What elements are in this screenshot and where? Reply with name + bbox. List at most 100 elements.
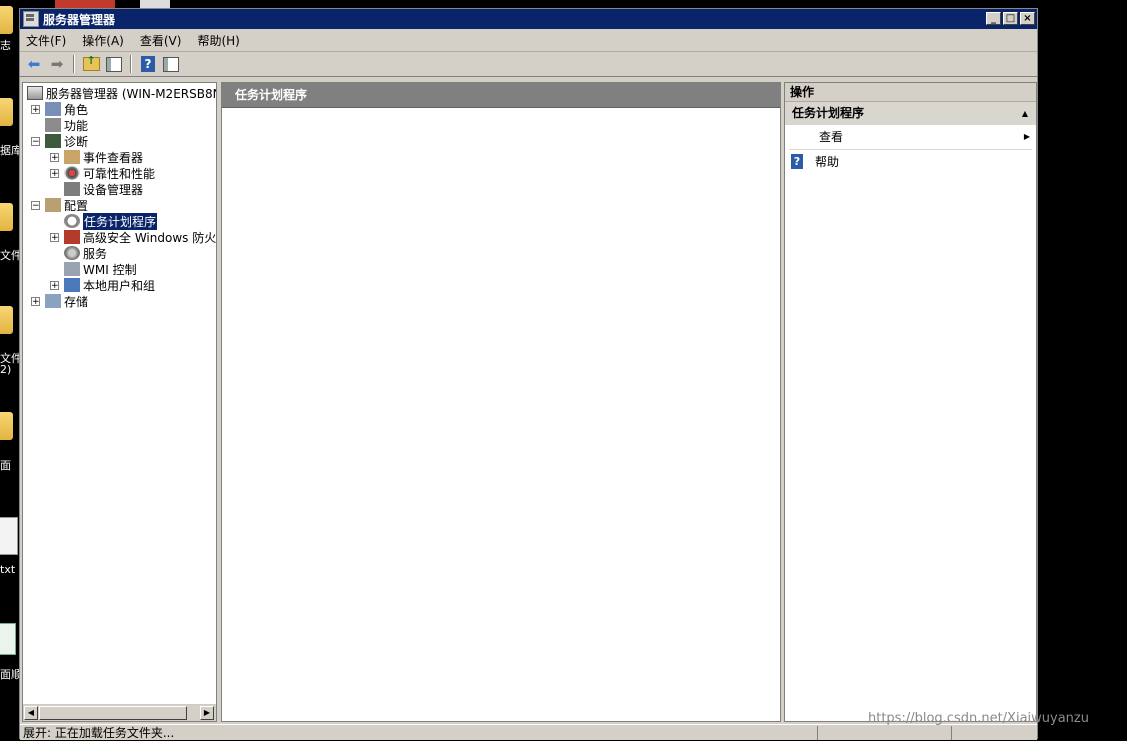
status-bar: 展开: 正在加载任务文件夹...: [20, 724, 1037, 740]
tree-node-reliability[interactable]: 可靠性和性能: [64, 165, 155, 181]
tree-node-device-manager[interactable]: 设备管理器: [64, 181, 143, 197]
server-manager-window: 服务器管理器 _ □ × 文件(F) 操作(A) 查看(V) 帮助(H) ⬅ ➡…: [19, 8, 1038, 740]
toolbar: ⬅ ➡ ?: [20, 52, 1037, 77]
desktop-folder-icon[interactable]: [0, 98, 13, 126]
desktop-file-icon[interactable]: [0, 623, 16, 655]
results-pane: 任务计划程序: [221, 82, 781, 722]
tree-node-features[interactable]: 功能: [45, 117, 88, 133]
forward-arrow-icon[interactable]: ➡: [47, 54, 67, 74]
horizontal-scrollbar[interactable]: ◀ ▶: [23, 704, 216, 721]
collapse-icon[interactable]: −: [31, 137, 40, 147]
tree-node-label: 诊断: [64, 134, 89, 149]
actions-pane: 操作 任务计划程序 ▲ 查看 ▶ ? 帮助: [784, 82, 1037, 722]
tree-node-label: 功能: [64, 118, 89, 133]
expand-icon[interactable]: +: [50, 281, 59, 291]
maximize-button[interactable]: □: [1003, 12, 1018, 25]
tree-node-services[interactable]: 服务: [64, 245, 107, 261]
status-divider: [817, 726, 818, 740]
desktop-label: 面: [0, 459, 11, 472]
tree-node-label: 本地用户和组: [83, 278, 156, 293]
menu-file[interactable]: 文件(F): [26, 32, 66, 49]
menu-bar: 文件(F) 操作(A) 查看(V) 帮助(H): [20, 29, 1037, 52]
tree-node-label: 事件查看器: [83, 150, 144, 165]
services-icon: [64, 246, 80, 260]
action-view[interactable]: 查看 ▶: [789, 125, 1032, 150]
desktop-folder-icon[interactable]: [0, 203, 13, 231]
desktop-folder-icon[interactable]: [0, 412, 13, 440]
task-scheduler-icon: [64, 214, 80, 228]
tree-node-label: 存储: [64, 294, 89, 309]
up-folder-icon: [82, 54, 100, 71]
desktop-item-fragment: [140, 0, 170, 8]
actions-section-label: 任务计划程序: [792, 106, 865, 120]
diagnostics-icon: [45, 134, 61, 148]
scroll-right-icon[interactable]: ▶: [200, 706, 214, 720]
tree-node-diagnostics[interactable]: 诊断: [45, 133, 88, 149]
minimize-button[interactable]: _: [986, 12, 1001, 25]
tree-node-local-users[interactable]: 本地用户和组: [64, 277, 155, 293]
expand-icon[interactable]: +: [31, 105, 40, 115]
menu-help[interactable]: 帮助(H): [197, 32, 239, 49]
desktop-item-fragment: [55, 0, 115, 8]
desktop-label: 2): [0, 363, 12, 376]
tree-node-event-viewer[interactable]: 事件查看器: [64, 149, 143, 165]
menu-view[interactable]: 查看(V): [140, 32, 182, 49]
action-help-label: 帮助: [815, 155, 840, 169]
menu-action[interactable]: 操作(A): [82, 32, 124, 49]
help-icon: ?: [141, 56, 155, 72]
status-text: 展开: 正在加载任务文件夹...: [23, 726, 175, 740]
action-pane-button[interactable]: [161, 54, 181, 74]
console-tree: 服务器管理器 (WIN-M2ERSB8NYK + 角色 功能 − 诊断 + 事件…: [22, 82, 217, 722]
desktop-label: 志: [0, 39, 11, 52]
users-icon: [64, 278, 80, 292]
title-bar[interactable]: 服务器管理器 _ □ ×: [20, 9, 1037, 29]
roles-icon: [45, 102, 61, 116]
help-icon: ?: [791, 154, 803, 169]
up-folder-button[interactable]: [81, 54, 101, 74]
tree-node-storage[interactable]: 存储: [45, 293, 88, 309]
action-view-label: 查看: [819, 130, 844, 144]
tree-node-label: 设备管理器: [83, 182, 144, 197]
tree-node-root[interactable]: 服务器管理器 (WIN-M2ERSB8NYK: [27, 85, 216, 101]
watermark-text: https://blog.csdn.net/Xiaiwuyanzu: [868, 711, 1089, 726]
show-hide-tree-button[interactable]: [104, 54, 124, 74]
server-manager-icon: [23, 11, 39, 27]
tree-node-configuration[interactable]: 配置: [45, 197, 88, 213]
tree-node-roles[interactable]: 角色: [45, 101, 88, 117]
close-button[interactable]: ×: [1020, 12, 1035, 25]
device-manager-icon: [64, 182, 80, 196]
desktop-folder-icon[interactable]: [0, 306, 13, 334]
tree-node-label: 配置: [64, 198, 89, 213]
collapse-icon[interactable]: −: [31, 201, 40, 211]
collapse-up-icon[interactable]: ▲: [1022, 102, 1028, 125]
expand-icon[interactable]: +: [50, 153, 59, 163]
tree-node-label: 角色: [64, 102, 89, 117]
toolbar-separator: [73, 55, 75, 73]
storage-icon: [45, 294, 61, 308]
desktop-text-file-icon[interactable]: [0, 517, 18, 555]
scroll-thumb[interactable]: [39, 706, 187, 720]
tree-node-task-scheduler[interactable]: 任务计划程序: [64, 212, 158, 230]
performance-icon: [64, 166, 80, 180]
actions-section-task-scheduler[interactable]: 任务计划程序 ▲: [785, 102, 1036, 125]
wmi-icon: [64, 262, 80, 276]
event-viewer-icon: [64, 150, 80, 164]
results-pane-header: 任务计划程序: [222, 83, 780, 108]
expand-icon[interactable]: +: [50, 169, 59, 179]
configuration-icon: [45, 198, 61, 212]
desktop-folder-icon[interactable]: [0, 6, 13, 34]
server-icon: [27, 86, 43, 100]
back-arrow-icon[interactable]: ⬅: [24, 54, 44, 74]
submenu-arrow-icon: ▶: [1023, 132, 1030, 141]
tree-node-firewall[interactable]: 高级安全 Windows 防火墙: [64, 229, 216, 245]
help-toolbar-button[interactable]: ?: [138, 54, 158, 74]
firewall-icon: [64, 230, 80, 244]
expand-icon[interactable]: +: [50, 233, 59, 243]
expand-icon[interactable]: +: [31, 297, 40, 307]
tree-node-label: 服务器管理器 (WIN-M2ERSB8NYK: [46, 86, 216, 101]
scroll-left-icon[interactable]: ◀: [24, 706, 38, 720]
tree-node-wmi[interactable]: WMI 控制: [64, 261, 137, 277]
tree-node-label: WMI 控制: [83, 262, 137, 277]
action-help[interactable]: ? 帮助: [785, 150, 1036, 174]
tree-node-label-selected: 任务计划程序: [83, 212, 158, 230]
